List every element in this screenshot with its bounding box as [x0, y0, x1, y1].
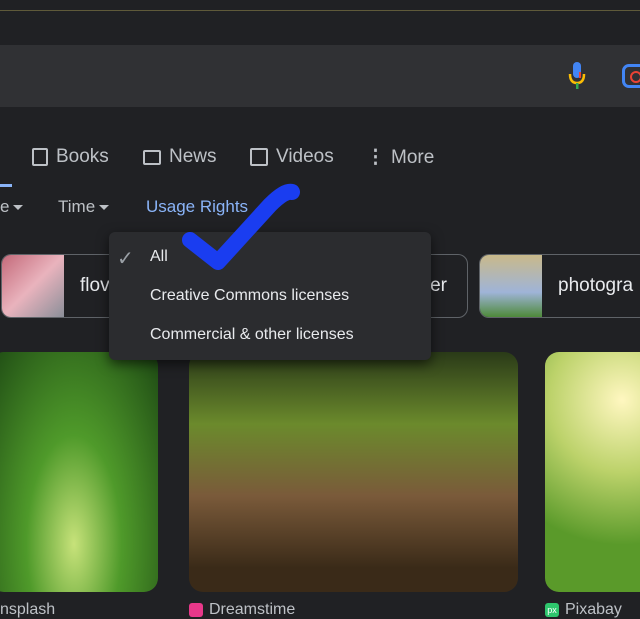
related-chip[interactable]: photogra: [479, 254, 640, 318]
book-icon: [32, 148, 48, 166]
check-icon: ✓: [117, 248, 134, 270]
active-tab-indicator: [0, 184, 12, 187]
tab-more[interactable]: ⋮ More: [366, 146, 434, 169]
more-vert-icon: ⋮: [366, 147, 385, 168]
microphone-icon[interactable]: [568, 62, 586, 90]
filter-partial[interactable]: e: [0, 197, 24, 217]
dreamstime-favicon-icon: [189, 603, 203, 617]
tab-news[interactable]: News: [143, 146, 217, 168]
google-lens-icon[interactable]: [622, 64, 640, 88]
filter-time[interactable]: Time: [58, 197, 110, 217]
filter-usage-rights[interactable]: Usage Rights: [146, 197, 248, 217]
image-result[interactable]: [0, 352, 158, 592]
tab-videos[interactable]: Videos: [250, 146, 334, 168]
news-icon: [143, 149, 161, 165]
caret-down-icon: [99, 205, 110, 211]
image-source[interactable]: Dreamstime: [189, 601, 295, 619]
image-result[interactable]: [545, 352, 640, 592]
chip-thumbnail: [480, 255, 542, 317]
menu-item-creative-commons[interactable]: Creative Commons licenses: [150, 287, 349, 305]
menu-item-all[interactable]: All: [150, 248, 168, 266]
tab-books[interactable]: Books: [32, 146, 109, 168]
menu-item-commercial[interactable]: Commercial & other licenses: [150, 326, 354, 344]
caret-down-icon: [13, 205, 24, 211]
usage-rights-menu: ✓ All Creative Commons licenses Commerci…: [109, 232, 431, 360]
image-source[interactable]: nsplash: [0, 601, 55, 619]
pixabay-favicon-icon: px: [545, 603, 559, 617]
chip-thumbnail: [2, 255, 64, 317]
play-icon: [250, 148, 268, 166]
image-result[interactable]: [189, 352, 518, 592]
search-bar[interactable]: [0, 45, 640, 107]
image-source[interactable]: px Pixabay: [545, 601, 622, 619]
top-divider: [0, 10, 640, 11]
